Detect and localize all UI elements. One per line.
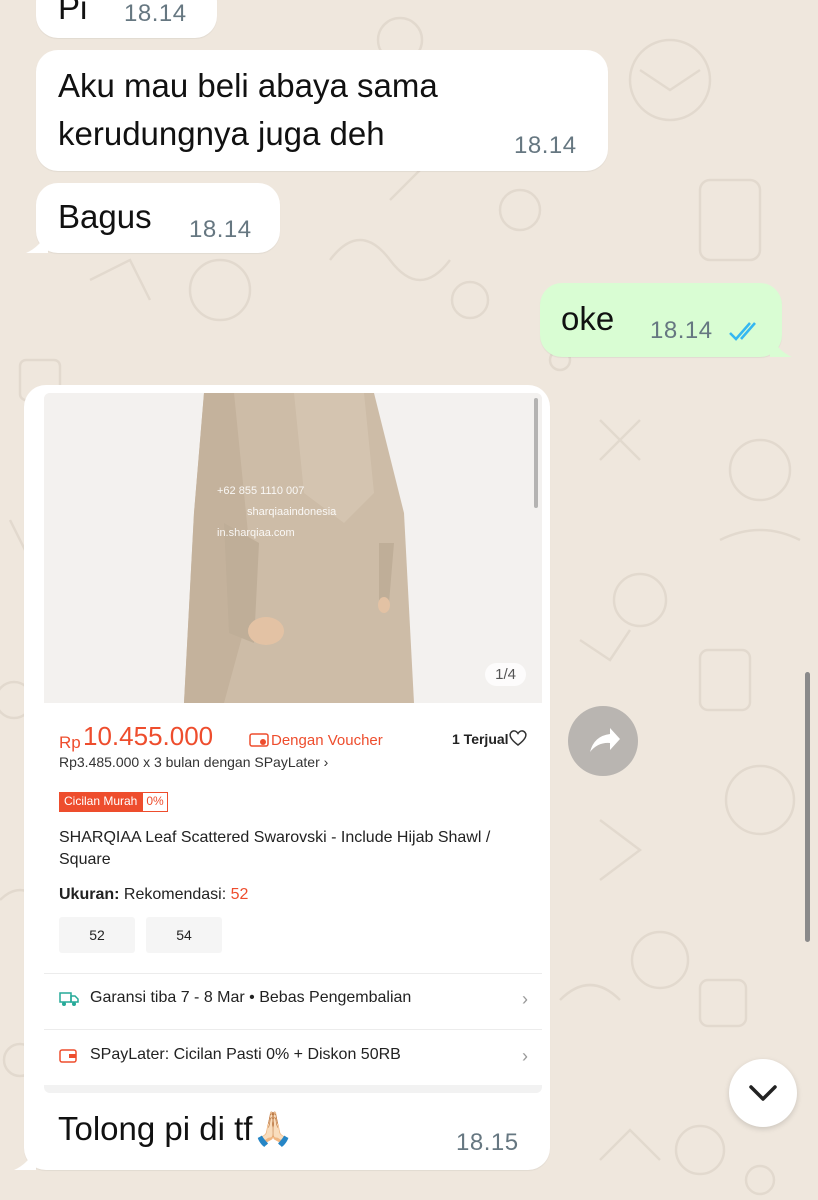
chevron-down-icon xyxy=(749,1085,777,1101)
watermark-phone: +62 855 1110 007 xyxy=(217,485,305,497)
image-counter: 1/4 xyxy=(485,663,526,686)
price: 10.455.000 xyxy=(83,721,214,751)
message-text: Tolong pi di tf🙏🏻 xyxy=(58,1110,294,1147)
voucher-icon xyxy=(249,733,269,747)
message-time: 18.14 xyxy=(189,216,252,243)
installment-tag: Cicilan Murah 0% xyxy=(59,792,168,812)
shipping-row[interactable]: Garansi tiba 7 - 8 Mar • Bebas Pengembal… xyxy=(59,985,528,1015)
product-photo: +62 855 1110 007 sharqiaaindonesia in.sh… xyxy=(44,393,542,703)
shipping-label: Garansi tiba 7 - 8 Mar • Bebas Pengembal… xyxy=(90,989,412,1006)
price-row: Rp 10.455.000 Dengan Voucher 1 Terjual xyxy=(59,721,528,755)
message-time: 18.14 xyxy=(124,0,187,27)
message-text: Bagus xyxy=(58,198,152,235)
message-text-line1: Aku mau beli abaya sama xyxy=(58,67,438,104)
voucher-label: Dengan Voucher xyxy=(271,732,383,749)
chevron-right-icon: › xyxy=(522,989,528,1009)
divider xyxy=(44,973,542,974)
message-text: oke xyxy=(561,300,615,337)
share-icon xyxy=(590,728,620,752)
watermark: +62 855 1110 007 sharqiaaindonesia in.sh… xyxy=(199,481,336,544)
watermark-social: sharqiaaindonesia xyxy=(247,506,337,518)
size-label: Ukuran: xyxy=(59,886,120,903)
size-option[interactable]: 52 xyxy=(59,917,135,953)
incoming-message[interactable]: Aku mau beli abaya sama kerudungnya juga… xyxy=(36,50,608,171)
abaya-image xyxy=(44,393,542,703)
chevron-right-icon: › xyxy=(522,1046,528,1066)
product-title: SHARQIAA Leaf Scattered Swarovski - Incl… xyxy=(59,829,491,868)
heart-icon[interactable] xyxy=(508,729,528,747)
watermark-site: in.sharqiaa.com xyxy=(217,527,295,539)
share-button[interactable] xyxy=(568,706,638,776)
chevron-right-icon: › xyxy=(323,754,329,770)
bubble-tail xyxy=(770,335,792,357)
tag-label: Cicilan Murah xyxy=(59,792,143,812)
currency: Rp xyxy=(59,733,81,752)
message-text: Pi xyxy=(58,0,88,26)
tag-value: 0% xyxy=(142,792,168,812)
incoming-message[interactable]: Pi 18.14 xyxy=(36,0,217,38)
scrollbar[interactable] xyxy=(805,672,810,942)
double-check-icon xyxy=(729,322,756,341)
message-time: 18.15 xyxy=(456,1129,519,1156)
size-option[interactable]: 54 xyxy=(146,917,222,953)
wallet-icon xyxy=(59,1049,77,1063)
paylater-row[interactable]: SPayLater: Cicilan Pasti 0% + Diskon 50R… xyxy=(59,1042,528,1072)
installment-label: Rp3.485.000 x 3 bulan dengan SPayLater xyxy=(59,754,320,770)
installment-text[interactable]: Rp3.485.000 x 3 bulan dengan SPayLater › xyxy=(59,754,328,770)
size-rec-value: 52 xyxy=(230,886,249,903)
product-screenshot[interactable]: +62 855 1110 007 sharqiaaindonesia in.sh… xyxy=(44,393,542,1093)
message-time: 18.14 xyxy=(650,317,713,344)
bubble-tail xyxy=(26,231,48,253)
sold-count: 1 Terjual xyxy=(452,731,509,747)
size-row: Ukuran: Rekomendasi: 52 xyxy=(59,886,248,904)
divider xyxy=(44,1029,542,1030)
paylater-label: SPayLater: Cicilan Pasti 0% + Diskon 50R… xyxy=(90,1046,401,1063)
truck-icon xyxy=(59,992,79,1006)
scroll-to-bottom-button[interactable] xyxy=(729,1059,797,1127)
message-time: 18.14 xyxy=(514,132,577,159)
divider xyxy=(44,1085,542,1093)
outgoing-message[interactable]: oke 18.14 xyxy=(540,283,792,357)
incoming-message[interactable]: Bagus 18.14 xyxy=(26,183,280,253)
size-rec-label: Rekomendasi: xyxy=(123,886,227,903)
bubble-tail xyxy=(14,1148,36,1170)
message-text-line2: kerudungnya juga deh xyxy=(58,115,385,152)
